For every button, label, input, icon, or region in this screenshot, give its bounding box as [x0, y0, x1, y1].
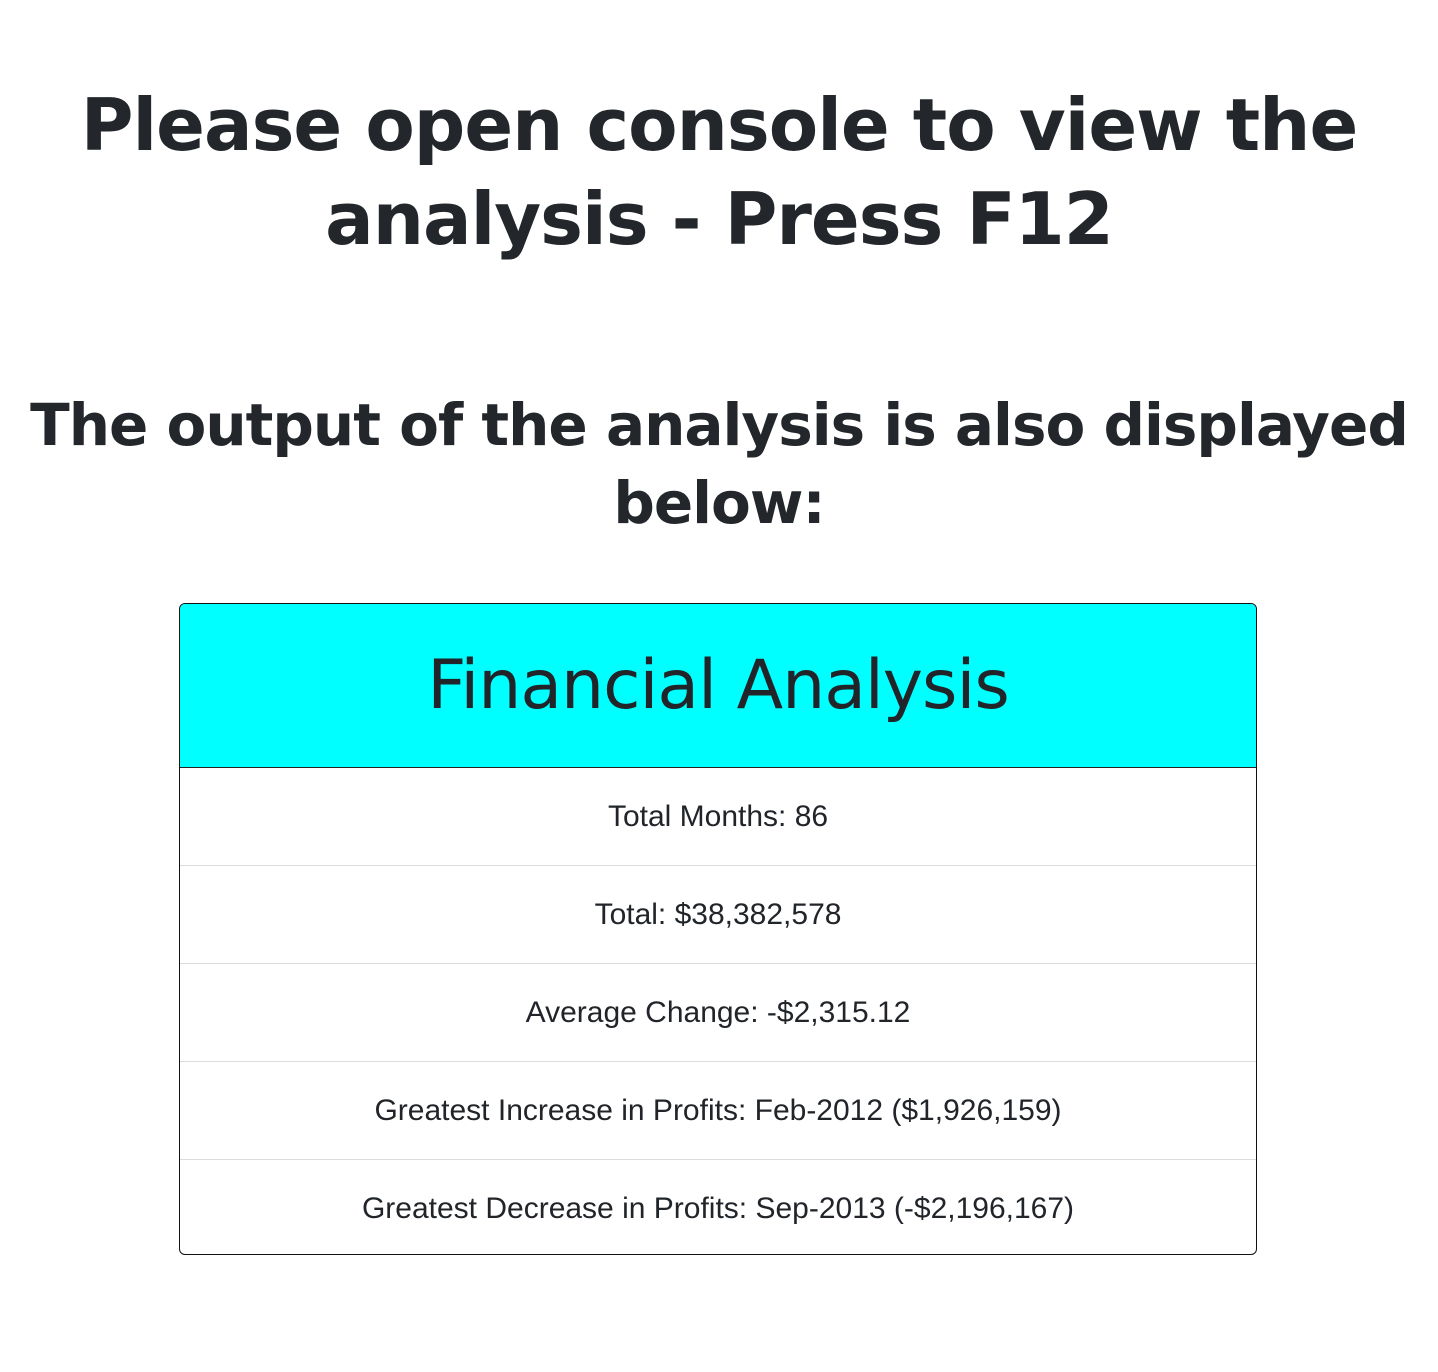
list-item-total-months: Total Months: 86 — [180, 768, 1256, 866]
list-item-greatest-decrease: Greatest Decrease in Profits: Sep-2013 (… — [361, 1192, 1075, 1225]
card-header: Financial Analysis — [180, 604, 1256, 768]
list-item-total: Total: $38,382,578 — [180, 866, 1256, 964]
list-item-greatest-increase: Greatest Increase in Profits: Feb-2012 (… — [180, 1062, 1256, 1160]
analysis-list: Total Months: 86 Total: $38,382,578 Aver… — [180, 768, 1256, 1254]
card-title: Financial Analysis — [427, 646, 1010, 725]
list-item-average-change: Average Change: -$2,315.12 — [180, 964, 1256, 1062]
page-subheading: The output of the analysis is also displ… — [30, 391, 1409, 537]
financial-analysis-card: Financial Analysis Total Months: 86 Tota… — [179, 603, 1257, 1255]
page-heading: Please open console to view the analysis… — [80, 83, 1359, 261]
